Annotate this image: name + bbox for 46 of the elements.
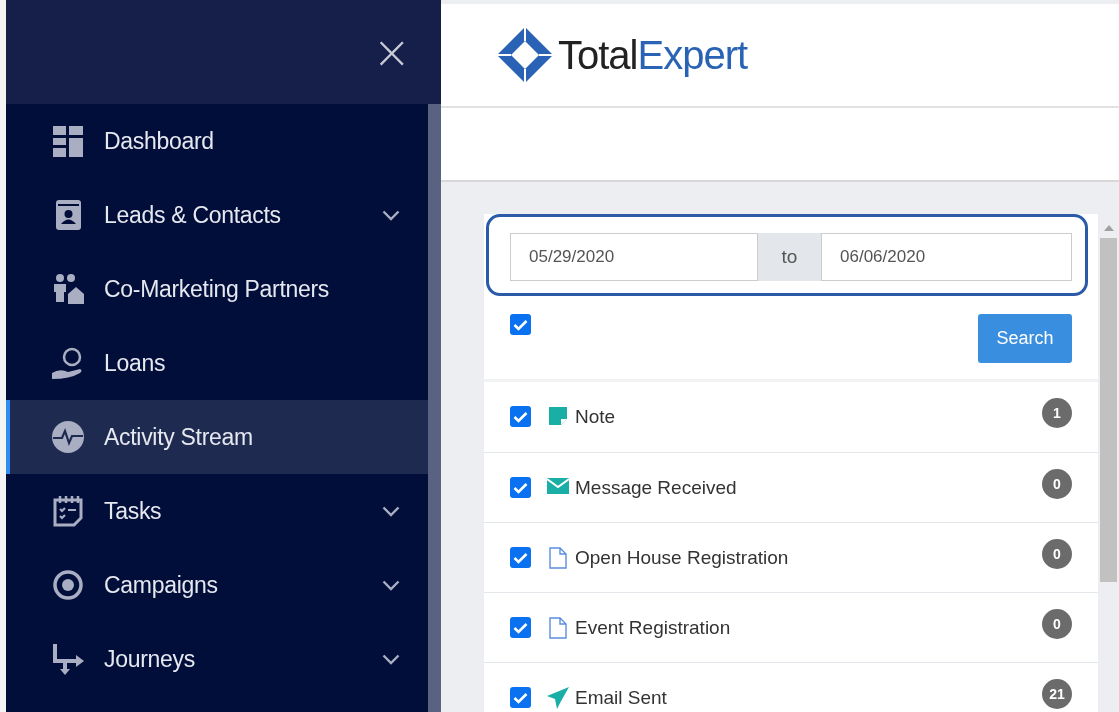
count-badge: 1 [1042,398,1072,428]
task-calendar-icon [51,494,85,528]
logo-text: TotalExpert [558,32,748,78]
sidebar-item[interactable]: Journeys [6,622,428,696]
checkbox[interactable] [510,314,531,335]
paper-plane-icon [547,687,569,709]
activity-label: Event Registration [575,617,732,639]
sidebar-item[interactable]: Loans [6,326,428,400]
range-separator: to [758,233,821,281]
document-icon [548,547,568,569]
note-icon [548,406,568,426]
target-icon [51,568,85,602]
chevron-down-icon [382,209,400,221]
logo-icon [496,26,554,84]
checkbox[interactable] [510,617,531,638]
scrollbar[interactable] [428,104,441,712]
pulse-icon [51,420,85,454]
branch-arrow-icon [50,642,86,676]
envelope-icon [547,477,569,495]
chevron-down-icon [382,579,400,591]
close-button[interactable]: × [372,29,411,75]
sidebar-item[interactable]: Co-Marketing Partners [6,252,428,326]
chevron-down-icon [382,505,400,517]
checkbox[interactable] [510,477,531,498]
sidebar-item[interactable]: Activity Stream [6,400,428,474]
checkbox[interactable] [510,406,531,427]
activity-label: Message Received [575,477,738,499]
sidebar-item[interactable]: Dashboard [6,104,428,178]
checkbox[interactable] [510,547,531,568]
activity-label: Note [575,406,617,428]
dashboard-icon [51,124,85,158]
sidebar-item[interactable]: Leads & Contacts [6,178,428,252]
count-badge: 0 [1042,539,1072,569]
document-icon [548,617,568,639]
count-badge: 0 [1042,609,1072,639]
sidebar-item[interactable]: Campaigns [6,548,428,622]
activity-label: Open House Registration [575,547,790,569]
date-from-field[interactable]: 05/29/2020 [510,233,758,281]
count-badge: 21 [1042,679,1072,709]
chevron-down-icon [382,653,400,665]
count-badge: 0 [1042,469,1072,499]
checkbox[interactable] [510,687,531,708]
sidebar-item[interactable]: Tasks [6,474,428,548]
date-to-field[interactable]: 06/06/2020 [821,233,1072,281]
people-home-icon [51,272,85,306]
activity-label: Email Sent [575,687,668,709]
